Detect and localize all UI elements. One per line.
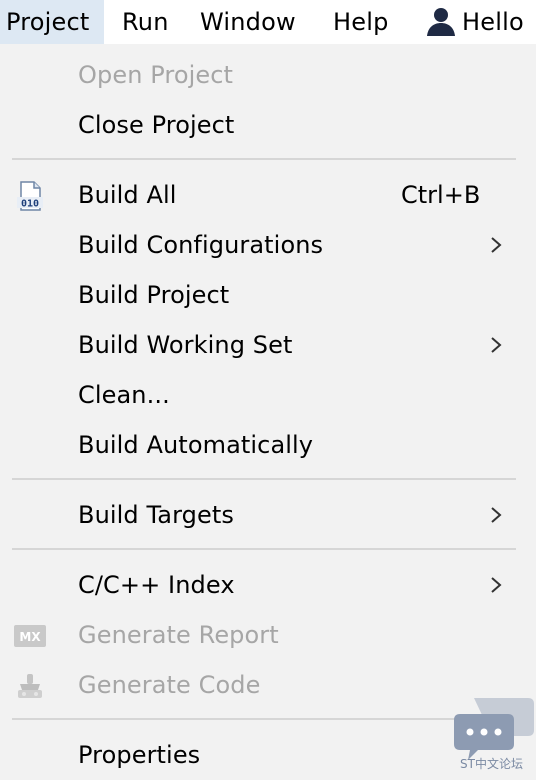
watermark-text: ST中文论坛 (460, 757, 523, 771)
chevron-right-icon (491, 237, 502, 253)
close-project-label: Close Project (78, 111, 235, 139)
cc-index-label: C/C++ Index (78, 571, 235, 599)
user-icon (427, 8, 455, 36)
menu-item-open-project[interactable]: Open Project (0, 50, 536, 100)
menu-help[interactable]: Help (333, 0, 389, 44)
menu-project[interactable]: Project (0, 0, 104, 44)
build-working-set-label: Build Working Set (78, 331, 293, 359)
menu-item-close-project[interactable]: Close Project (0, 100, 536, 150)
svg-text:MX: MX (19, 630, 41, 644)
build-all-label: Build All (78, 181, 177, 209)
menu-item-build-configurations[interactable]: Build Configurations (0, 220, 536, 270)
chevron-right-icon (491, 337, 502, 353)
clean-label: Clean... (78, 381, 170, 409)
menu-run[interactable]: Run (122, 0, 169, 44)
menu-item-build-automatically[interactable]: Build Automatically (0, 420, 536, 470)
menu-item-build-project[interactable]: Build Project (0, 270, 536, 320)
user-name: Hello (462, 8, 524, 36)
menu-item-build-all[interactable]: 010 Build All Ctrl+B (0, 170, 536, 220)
build-targets-label: Build Targets (78, 501, 234, 529)
menu-item-build-targets[interactable]: Build Targets (0, 490, 536, 540)
menu-item-clean[interactable]: Clean... (0, 370, 536, 420)
project-dropdown-menu: Open Project Close Project 010 Build All… (0, 44, 536, 779)
generate-code-icon (18, 674, 42, 698)
chevron-right-icon (491, 577, 502, 593)
separator (12, 718, 516, 720)
menu-item-cc-index[interactable]: C/C++ Index (0, 560, 536, 610)
mx-icon: MX (14, 625, 46, 647)
generate-report-label: Generate Report (78, 621, 279, 649)
properties-label: Properties (78, 741, 201, 769)
build-all-shortcut: Ctrl+B (401, 181, 481, 209)
separator (12, 548, 516, 550)
build-automatically-label: Build Automatically (78, 431, 314, 459)
open-project-label: Open Project (78, 61, 234, 89)
generate-code-label: Generate Code (78, 671, 261, 699)
build-project-label: Build Project (78, 281, 230, 309)
menu-user-hello[interactable]: Hello (424, 0, 524, 44)
binary-file-icon: 010 (17, 181, 43, 211)
menu-window[interactable]: Window (200, 0, 296, 44)
menu-item-generate-report[interactable]: MX Generate Report (0, 610, 536, 660)
build-configurations-label: Build Configurations (78, 231, 324, 259)
chevron-right-icon (491, 507, 502, 523)
svg-text:010: 010 (21, 199, 39, 210)
separator (12, 478, 516, 480)
menu-item-build-working-set[interactable]: Build Working Set (0, 320, 536, 370)
separator (12, 158, 516, 160)
menu-bar: Project Run Window Help Hello (0, 0, 536, 44)
